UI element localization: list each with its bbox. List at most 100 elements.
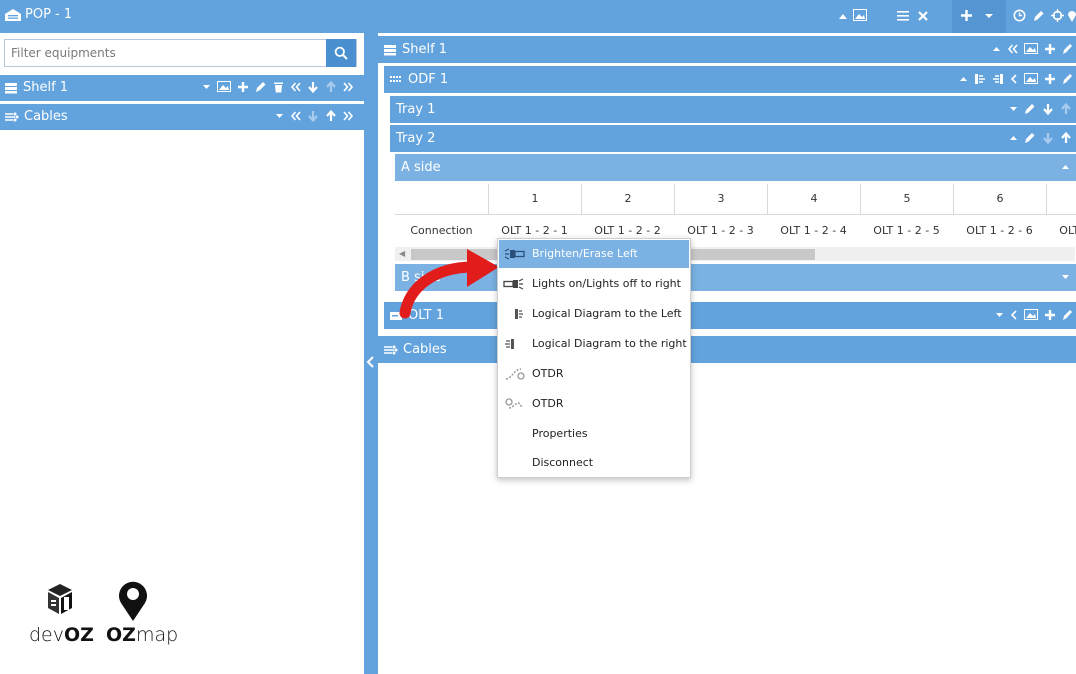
connection-cell[interactable]: OLT 1 - 2 - 4 [767,215,860,247]
devoz-box-icon [48,584,72,614]
context-menu: Brighten/Erase Left Lights on/Lights off… [497,238,691,478]
dropdown-icon[interactable] [275,110,284,122]
location-icon[interactable] [1067,9,1076,22]
double-chevron-right-icon[interactable] [343,81,354,93]
menu-item-diagram-left[interactable]: Logical Diagram to the Left [499,300,689,328]
flashlight-right-icon [503,276,525,292]
map-pin-icon [119,581,147,621]
menu-item-label: Disconnect [532,456,594,469]
menu-item-brighten-left[interactable]: Brighten/Erase Left [499,240,689,268]
menu-item-disconnect[interactable]: Disconnect [499,449,689,477]
double-chevron-left-icon[interactable] [290,81,301,93]
red-arrow-annotation [399,249,499,319]
dropdown-icon[interactable] [995,309,1004,321]
menu-item-otdr[interactable]: OTDR [499,360,689,388]
panel-splitter[interactable] [364,33,378,674]
add-icon[interactable] [960,9,973,22]
search-button[interactable] [326,39,356,67]
arrow-up-icon [325,81,337,93]
devoz-text-pre: dev [29,624,64,646]
menu-item-diagram-right[interactable]: Logical Diagram to the right [499,330,689,358]
chevron-left-icon[interactable] [1010,73,1018,85]
menu-item-otdr-reverse[interactable]: OTDR [499,390,689,418]
port-column-5: 5 [860,184,953,215]
add-icon[interactable] [1044,43,1056,55]
trash-icon[interactable] [273,81,284,93]
left-tree-shelf[interactable]: Shelf 1 [0,75,364,101]
ozmap-logo: OZmap [106,580,178,652]
dropdown-icon[interactable] [1009,103,1018,115]
flashlight-left-icon [503,246,525,262]
odf-icon [389,74,403,86]
search-box [4,39,357,67]
devoz-logo: devOZ [28,580,98,652]
pencil-icon[interactable] [1024,132,1036,144]
add-icon[interactable] [1044,309,1056,321]
image-icon[interactable] [853,9,867,22]
menu-item-label: Logical Diagram to the right [532,337,687,350]
equipment-panel: Shelf 1 Cables [0,33,364,674]
chevron-left-icon[interactable] [366,355,376,369]
collapse-up-icon[interactable] [992,43,1001,55]
port-column-1: 1 [488,184,581,215]
diagram-left-icon [503,306,525,322]
close-icon[interactable] [917,9,929,22]
arrow-down-icon[interactable] [1042,103,1054,115]
image-icon[interactable] [1024,309,1038,321]
otdr-icon [503,366,525,382]
list-icon[interactable] [896,9,910,22]
collapse-up-icon[interactable] [1061,161,1070,173]
clock-icon[interactable] [1013,9,1026,22]
connection-cell[interactable]: OLT 1 - 2 - 6 [953,215,1046,247]
arrow-up-icon[interactable] [325,110,337,122]
menu-item-label: Logical Diagram to the Left [532,307,682,320]
port-column-6: 6 [953,184,1046,215]
double-chevron-right-icon[interactable] [343,110,354,122]
tray2-label: Tray 2 [396,131,436,146]
image-icon[interactable] [1024,43,1038,55]
menu-item-properties[interactable]: Properties [499,420,689,448]
connection-cell[interactable]: OLT 1 - 2 - 7 [1046,215,1076,247]
cables-icon [4,111,19,123]
diagram-right-icon[interactable] [992,73,1004,85]
arrow-up-icon[interactable] [1060,132,1072,144]
odf-header[interactable]: ODF 1 [384,66,1076,93]
double-chevron-left-icon[interactable] [290,110,301,122]
collapse-up-icon[interactable] [838,9,848,23]
dropdown-icon[interactable] [1061,271,1070,283]
arrow-down-icon [1042,132,1054,144]
cables-header[interactable]: Cables [378,336,1076,363]
pencil-icon[interactable] [1062,309,1072,321]
crosshair-icon[interactable] [1051,9,1064,22]
pencil-icon[interactable] [1033,9,1045,22]
add-icon[interactable] [237,81,249,93]
diagram-left-icon[interactable] [974,73,986,85]
a-side-header[interactable]: A side [395,154,1076,181]
ozmap-text-bold: OZ [106,624,136,646]
image-icon[interactable] [217,81,231,93]
collapse-up-icon[interactable] [959,73,968,85]
pencil-icon[interactable] [1062,73,1072,85]
shelf-header[interactable]: Shelf 1 [378,36,1076,63]
dropdown-icon[interactable] [984,9,994,22]
chevron-left-icon[interactable] [1010,309,1018,321]
dropdown-icon[interactable] [202,81,211,93]
left-tree-cables[interactable]: Cables [0,104,364,130]
search-input[interactable] [5,40,328,66]
menu-item-label: OTDR [532,397,564,410]
window-title: POP - 1 [4,7,72,22]
collapse-up-icon[interactable] [1009,132,1018,144]
menu-item-lights-right[interactable]: Lights on/Lights off to right [499,270,689,298]
pencil-icon[interactable] [1024,103,1036,115]
arrow-up-icon [1060,103,1072,115]
port-column-3: 3 [674,184,767,215]
arrow-down-icon[interactable] [307,81,319,93]
image-icon[interactable] [1024,73,1038,85]
pencil-icon[interactable] [255,81,267,93]
tray2-header[interactable]: Tray 2 [390,125,1076,152]
connection-cell[interactable]: OLT 1 - 2 - 5 [860,215,953,247]
add-icon[interactable] [1044,73,1056,85]
pencil-icon[interactable] [1062,43,1072,55]
tray1-header[interactable]: Tray 1 [390,96,1076,123]
double-chevron-left-icon[interactable] [1007,43,1018,55]
